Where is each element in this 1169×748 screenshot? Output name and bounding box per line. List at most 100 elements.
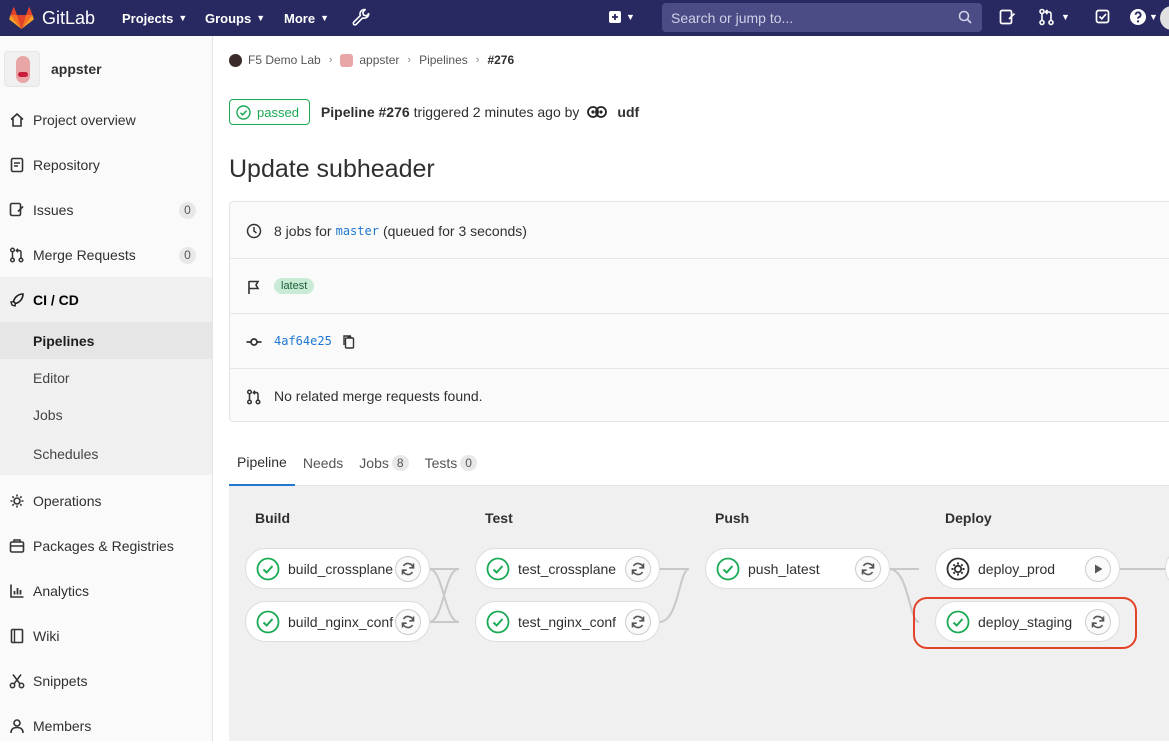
user-avatar[interactable]	[587, 104, 608, 120]
sidebar-subitem-pipelines[interactable]: Pipelines	[0, 322, 212, 359]
job-test-nginx-conf[interactable]: test_nginx_conf	[475, 601, 660, 642]
stage-title-deploy: Deploy	[945, 510, 992, 526]
sidebar-item-issues[interactable]: Issues 0	[0, 187, 212, 232]
sidebar-item-label: Members	[33, 717, 92, 734]
gitlab-logo-icon	[9, 6, 34, 29]
sidebar-item-label: CI / CD	[33, 291, 79, 308]
chevron-down-icon: ▼	[626, 12, 635, 22]
user-avatar-icon[interactable]	[1160, 6, 1169, 30]
sidebar-subitem-label: Jobs	[33, 406, 63, 423]
chevron-right-icon: ›	[407, 54, 412, 66]
search-input[interactable]: Search or jump to...	[662, 3, 982, 32]
help-icon[interactable]	[1129, 8, 1147, 26]
sidebar-item-merge-requests[interactable]: Merge Requests 0	[0, 232, 212, 277]
tab-pipeline[interactable]: Pipeline	[229, 440, 295, 486]
breadcrumb-project-link[interactable]: appster	[359, 53, 399, 67]
job-test-crossplane[interactable]: test_crossplane	[475, 548, 660, 589]
sidebar-item-analytics[interactable]: Analytics	[0, 568, 212, 613]
breadcrumb-pipelines-link[interactable]: Pipelines	[419, 53, 468, 67]
tab-label: Needs	[302, 455, 344, 471]
retry-button[interactable]	[625, 556, 651, 582]
sidebar-item-label: Merge Requests	[33, 246, 136, 263]
job-build-nginx-conf[interactable]: build_nginx_conf	[245, 601, 430, 642]
tab-tests[interactable]: Tests 0	[417, 440, 485, 486]
sidebar-item-packages-registries[interactable]: Packages & Registries	[0, 523, 212, 568]
chart-icon	[10, 584, 24, 598]
search-placeholder: Search or jump to...	[671, 9, 794, 26]
retry-icon	[631, 562, 645, 576]
nav-more-label: More	[284, 10, 316, 26]
retry-button[interactable]	[395, 609, 421, 635]
issues-icon[interactable]	[999, 9, 1016, 26]
sidebar-item-label: Issues	[33, 201, 74, 218]
play-button[interactable]	[1085, 556, 1111, 582]
sidebar-subitem-label: Editor	[33, 369, 70, 386]
sidebar-item-repository[interactable]: Repository	[0, 142, 212, 187]
branch-link[interactable]: master	[336, 224, 379, 238]
chevron-down-icon: ▼	[1149, 12, 1158, 22]
pipeline-title: Pipeline #276	[320, 104, 410, 120]
sidebar-item-project-overview[interactable]: Project overview	[0, 97, 212, 142]
nav-groups[interactable]: Groups ▼	[205, 11, 265, 26]
retry-button[interactable]	[855, 556, 881, 582]
chevron-right-icon: ›	[328, 54, 333, 66]
project-header[interactable]: appster	[0, 36, 212, 102]
project-name: appster	[51, 61, 102, 77]
merge-request-icon	[246, 389, 261, 405]
job-push-latest[interactable]: push_latest	[705, 548, 890, 589]
sidebar-subitem-label: Schedules	[33, 446, 99, 462]
project-avatar	[4, 51, 40, 87]
breadcrumb-current[interactable]: #276	[487, 53, 514, 67]
nav-projects[interactable]: Projects ▼	[122, 11, 187, 26]
commit-icon	[246, 338, 262, 346]
user-name-link[interactable]: udf	[617, 104, 639, 120]
nav-more[interactable]: More ▼	[284, 11, 329, 26]
breadcrumb: F5 Demo Lab › appster › Pipelines › #276	[229, 53, 514, 67]
breadcrumb-group-link[interactable]: F5 Demo Lab	[248, 53, 321, 67]
chevron-down-icon: ▼	[178, 13, 188, 23]
sidebar-item-operations[interactable]: Operations	[0, 478, 212, 523]
retry-button[interactable]	[395, 556, 421, 582]
sidebar-subitem-schedules[interactable]: Schedules	[0, 433, 212, 475]
retry-icon	[861, 562, 875, 576]
check-circle-icon	[486, 610, 510, 634]
tests-count-badge: 0	[460, 455, 477, 471]
job-build-crossplane[interactable]: build_crossplane	[245, 548, 430, 589]
latest-badge: latest	[274, 278, 315, 294]
home-icon	[10, 112, 24, 127]
tab-needs[interactable]: Needs	[295, 440, 351, 486]
merge-request-info-row: No related merge requests found.	[230, 368, 1169, 423]
wrench-icon[interactable]	[352, 8, 371, 27]
sidebar-item-members[interactable]: Members	[0, 703, 212, 748]
jobs-count-text: 8 jobs for	[274, 222, 332, 239]
pipeline-info-box: 8 jobs for master (queued for 3 seconds)…	[229, 201, 1169, 422]
clock-icon	[246, 223, 262, 239]
sidebar-item-ci-cd[interactable]: CI / CD	[0, 277, 212, 322]
gitlab-home-link[interactable]: GitLab	[9, 6, 95, 30]
sidebar-item-wiki[interactable]: Wiki	[0, 613, 212, 658]
todo-icon[interactable]	[1095, 9, 1111, 25]
merge-request-icon	[9, 247, 24, 263]
sidebar-subitem-editor[interactable]: Editor	[0, 359, 212, 396]
no-merge-requests-text: No related merge requests found.	[274, 388, 483, 404]
tab-label: Jobs	[359, 455, 389, 471]
sidebar-subitem-jobs[interactable]: Jobs	[0, 396, 212, 433]
commit-sha-link[interactable]: 4af64e25	[274, 334, 332, 348]
job-deploy-prod[interactable]: deploy_prod	[935, 548, 1120, 589]
retry-icon	[401, 562, 415, 576]
tags-info-row: latest	[230, 258, 1169, 313]
merge-request-icon[interactable]	[1038, 8, 1056, 26]
job-name: deploy_prod	[978, 560, 1056, 577]
chevron-down-icon: ▼	[320, 13, 329, 23]
sidebar-item-label: Operations	[33, 492, 102, 509]
jobs-count-badge: 8	[391, 455, 409, 471]
project-sidebar: appster Project overview Repository Issu…	[0, 36, 213, 741]
copy-icon[interactable]	[342, 334, 356, 349]
book-icon	[10, 628, 24, 644]
tab-jobs[interactable]: Jobs 8	[351, 440, 416, 486]
plus-square-icon[interactable]	[608, 10, 624, 26]
retry-button[interactable]	[625, 609, 651, 635]
sidebar-item-snippets[interactable]: Snippets	[0, 658, 212, 703]
status-badge[interactable]: passed	[229, 99, 310, 125]
doc-icon	[10, 157, 24, 173]
